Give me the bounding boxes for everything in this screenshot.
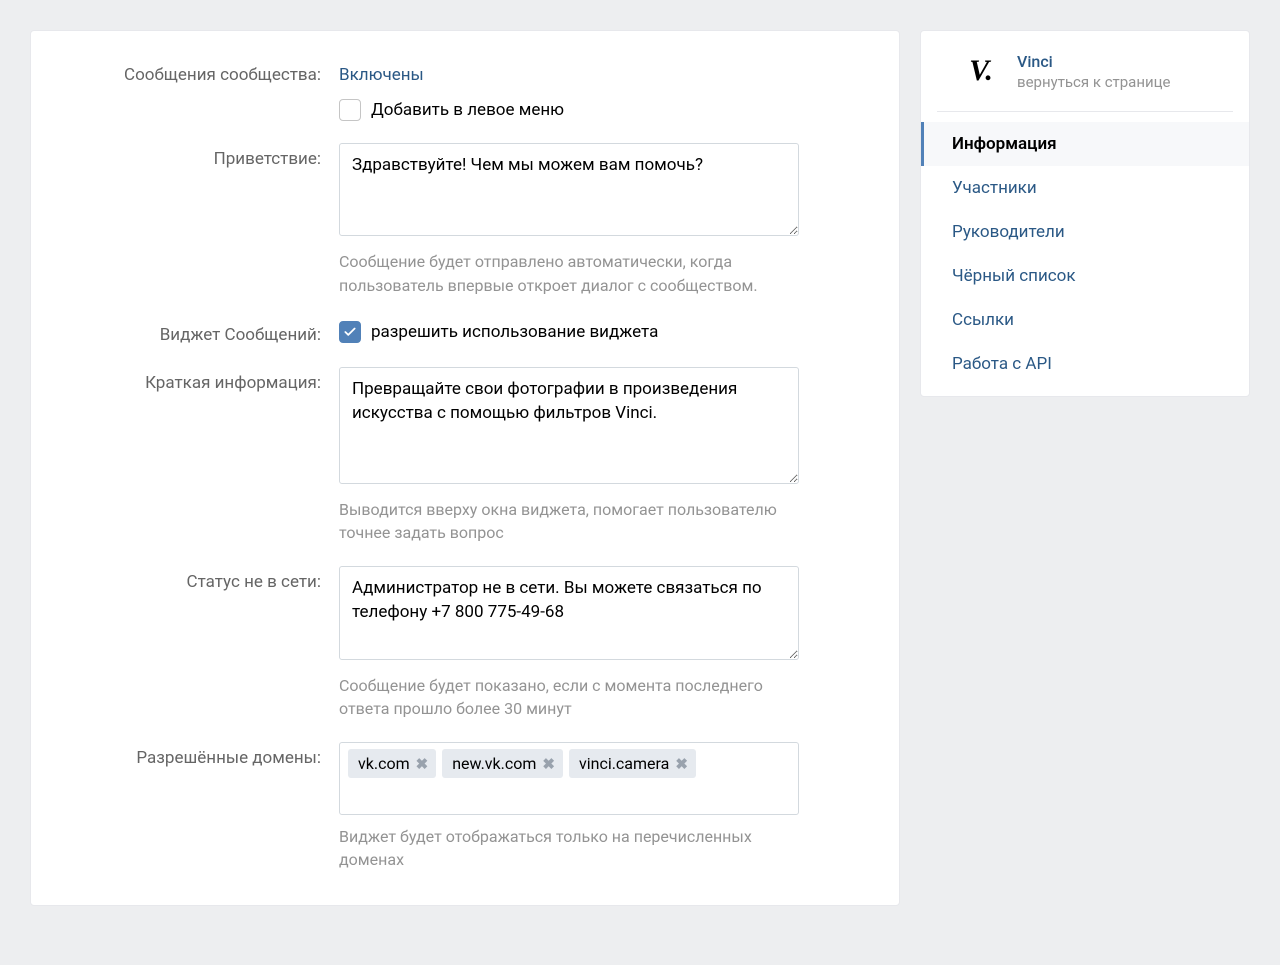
short-info-label: Краткая информация: (61, 367, 321, 393)
offline-status-hint: Сообщение будет показано, если с момента… (339, 674, 799, 720)
settings-form: Сообщения сообщества: Включены Добавить … (30, 30, 900, 906)
domain-tag: vk.com ✖ (348, 749, 436, 778)
nav-item-information[interactable]: Информация (921, 122, 1249, 166)
allowed-domains-input[interactable]: vk.com ✖ new.vk.com ✖ vinci.camera ✖ (339, 742, 799, 815)
domain-tag-label: vk.com (358, 754, 410, 773)
greeting-textarea[interactable]: Здравствуйте! Чем мы можем вам помочь? (339, 143, 799, 236)
add-to-left-menu-checkbox[interactable] (339, 99, 361, 121)
offline-status-label: Статус не в сети: (61, 566, 321, 592)
allow-widget-checkbox[interactable] (339, 321, 361, 343)
remove-domain-icon[interactable]: ✖ (675, 755, 688, 773)
domain-tag: vinci.camera ✖ (569, 749, 696, 778)
messages-label: Сообщения сообщества: (61, 59, 321, 85)
allowed-domains-hint: Виджет будет отображаться только на пере… (339, 825, 799, 871)
greeting-hint: Сообщение будет отправлено автоматически… (339, 250, 799, 296)
add-to-left-menu-label: Добавить в левое меню (371, 100, 564, 120)
offline-status-textarea[interactable]: Администратор не в сети. Вы можете связа… (339, 566, 799, 659)
short-info-textarea[interactable]: Превращайте свои фотографии в произведен… (339, 367, 799, 484)
remove-domain-icon[interactable]: ✖ (542, 755, 555, 773)
nav-item-blacklist[interactable]: Чёрный список (921, 254, 1249, 298)
allow-widget-label: разрешить использование виджета (371, 322, 658, 342)
back-to-page-link[interactable]: вернуться к странице (1017, 73, 1171, 91)
community-name: Vinci (1017, 52, 1171, 71)
widget-label: Виджет Сообщений: (61, 319, 321, 345)
greeting-label: Приветствие: (61, 143, 321, 169)
community-header[interactable]: V. Vinci вернуться к странице (937, 31, 1233, 112)
domain-tag: new.vk.com ✖ (442, 749, 563, 778)
community-avatar: V. (959, 49, 1003, 93)
sidebar-nav: Информация Участники Руководители Чёрный… (921, 112, 1249, 396)
domain-tag-label: vinci.camera (579, 754, 669, 773)
domain-tag-label: new.vk.com (452, 754, 536, 773)
messages-status-link[interactable]: Включены (339, 59, 424, 85)
nav-item-links[interactable]: Ссылки (921, 298, 1249, 342)
nav-item-api[interactable]: Работа с API (921, 342, 1249, 386)
sidebar: V. Vinci вернуться к странице Информация… (920, 30, 1250, 397)
allowed-domains-label: Разрешённые домены: (61, 742, 321, 768)
nav-item-members[interactable]: Участники (921, 166, 1249, 210)
nav-item-managers[interactable]: Руководители (921, 210, 1249, 254)
short-info-hint: Выводится вверху окна виджета, помогает … (339, 498, 799, 544)
remove-domain-icon[interactable]: ✖ (416, 755, 429, 773)
